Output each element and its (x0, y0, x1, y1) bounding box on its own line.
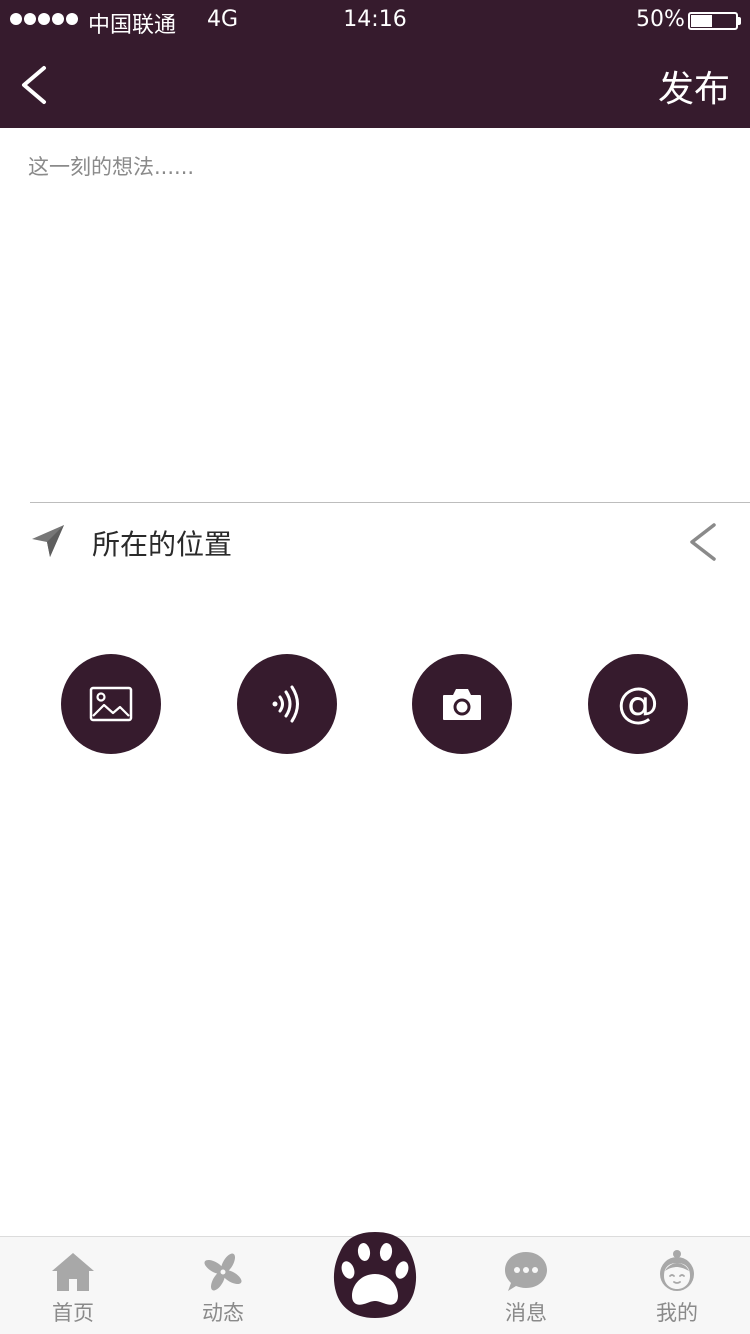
image-icon (89, 686, 133, 722)
location-row[interactable]: 所在的位置 (0, 503, 750, 581)
post-text-input[interactable] (28, 150, 728, 480)
center-paw-button[interactable] (326, 1224, 424, 1322)
add-voice-button[interactable] (237, 654, 337, 754)
person-icon (660, 1250, 694, 1291)
chevron-left-icon (22, 66, 46, 104)
battery-tip (738, 17, 741, 25)
chat-bubble-icon (505, 1252, 547, 1291)
mention-button[interactable]: @ (588, 654, 688, 754)
tab-label: 动态 (202, 1301, 244, 1325)
camera-icon (443, 689, 481, 720)
add-image-button[interactable] (61, 654, 161, 754)
tab-messages[interactable]: 消息 (466, 1237, 586, 1334)
tab-label: 消息 (505, 1301, 547, 1325)
tab-label: 我的 (656, 1301, 698, 1325)
pinwheel-icon (204, 1253, 242, 1291)
status-bar: 中国联通 4G 14:16 50% (0, 0, 750, 40)
tab-label: 首页 (52, 1301, 94, 1325)
battery-percent: 50% (636, 7, 685, 32)
chevron-left-icon (690, 523, 716, 561)
location-label: 所在的位置 (92, 528, 233, 561)
header-bar: 中国联通 4G 14:16 50% 发布 (0, 0, 750, 128)
tab-home[interactable]: 首页 (13, 1237, 133, 1334)
home-icon (52, 1253, 94, 1291)
back-button[interactable] (16, 62, 56, 108)
camera-button[interactable] (412, 654, 512, 754)
publish-button[interactable]: 发布 (658, 60, 730, 112)
location-arrow-icon (32, 525, 64, 557)
at-icon: @ (617, 678, 659, 727)
publish-post-page: 中国联通 4G 14:16 50% 发布 所在的位置 (0, 0, 750, 1334)
tab-mine[interactable]: 我的 (617, 1237, 737, 1334)
tab-feed[interactable]: 动态 (163, 1237, 283, 1334)
paw-icon (333, 1232, 417, 1318)
sound-wave-icon (272, 685, 299, 723)
battery-icon (688, 12, 738, 30)
